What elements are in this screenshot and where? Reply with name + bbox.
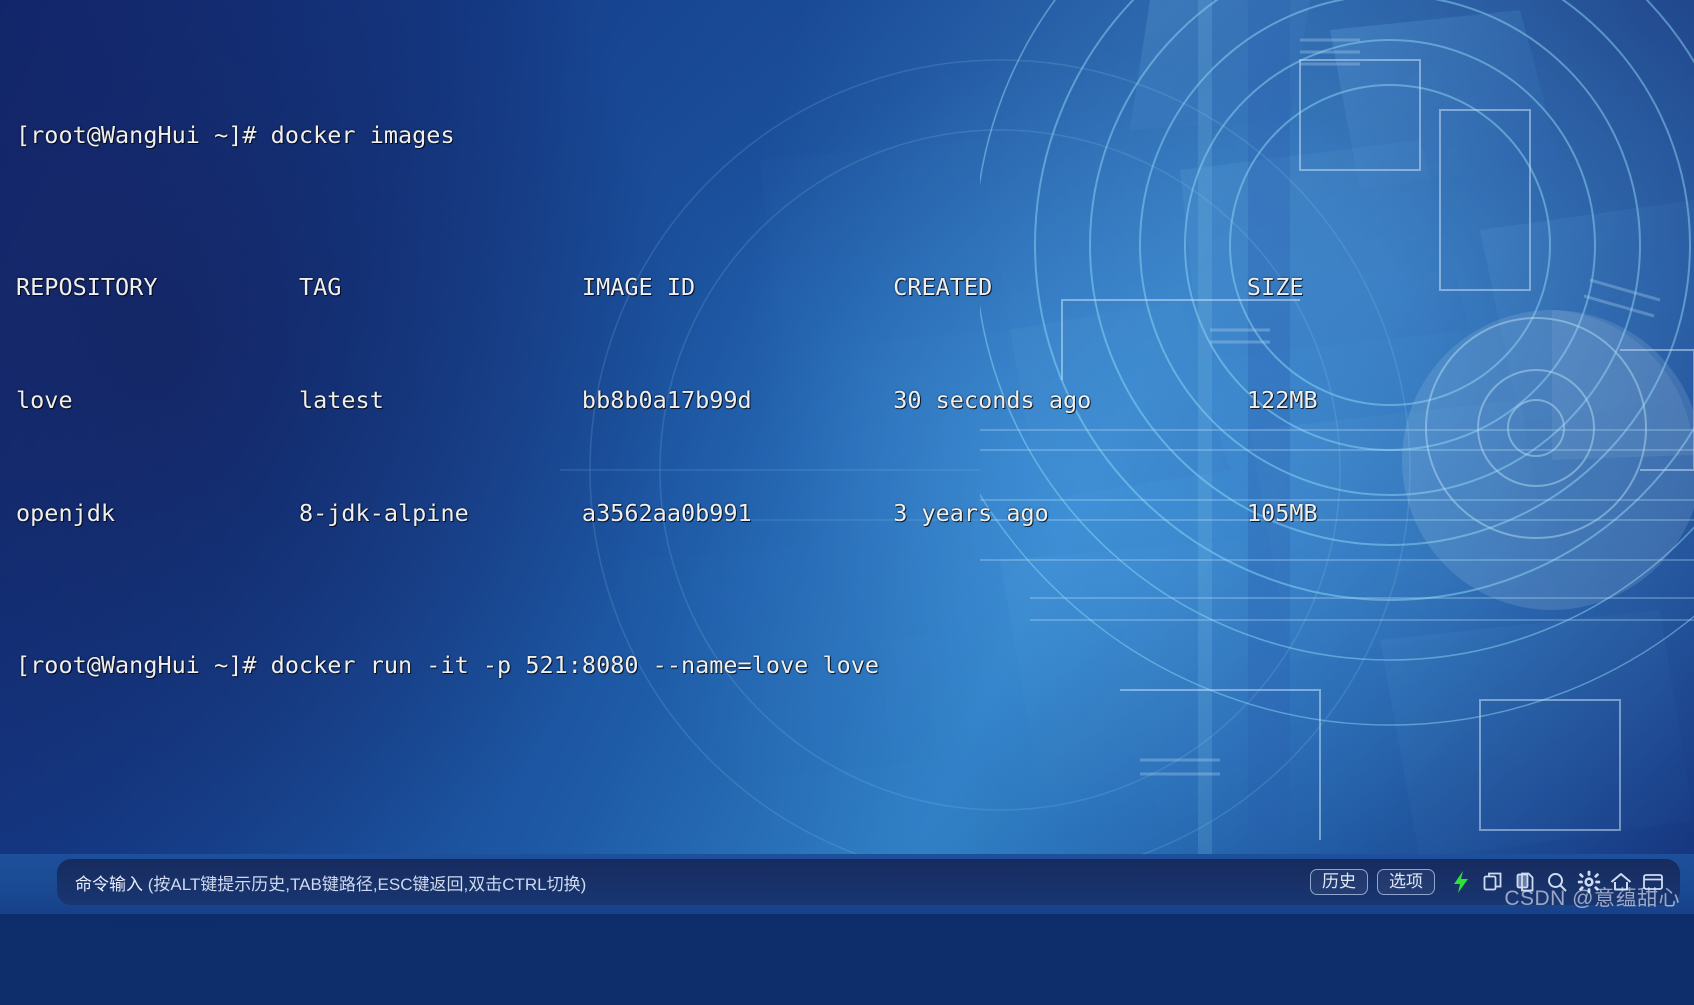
command-input-placeholder: 命令输入 (按ALT键提示历史,TAB键路径,ESC键返回,双击CTRL切换) — [75, 870, 586, 895]
table-row: openjdk 8-jdk-alpine a3562aa0b991 3 year… — [16, 495, 1694, 533]
lightning-bolt-icon[interactable] — [1446, 867, 1476, 897]
gear-icon[interactable] — [1574, 867, 1604, 897]
status-bar: 命令输入 (按ALT键提示历史,TAB键路径,ESC键返回,双击CTRL切换) … — [0, 854, 1694, 914]
options-button[interactable]: 选项 — [1377, 869, 1435, 896]
copy-icon[interactable] — [1478, 867, 1508, 897]
images-table-header: REPOSITORY TAG IMAGE ID CREATED SIZE — [16, 269, 1694, 307]
terminal-prompt-line-2: [root@WangHui ~]# docker run -it -p 521:… — [16, 647, 1694, 685]
table-row: love latest bb8b0a17b99d 30 seconds ago … — [16, 382, 1694, 420]
home-icon[interactable] — [1606, 867, 1636, 897]
command-input-bar[interactable]: 命令输入 (按ALT键提示历史,TAB键路径,ESC键返回,双击CTRL切换) … — [57, 859, 1680, 905]
command-input-label: 命令输入 — [75, 875, 143, 894]
paste-icon[interactable] — [1510, 867, 1540, 897]
command-input-hint: (按ALT键提示历史,TAB键路径,ESC键返回,双击CTRL切换) — [143, 875, 586, 894]
prompt-command-docker-run: [root@WangHui ~]# docker run -it -p 521:… — [16, 651, 879, 679]
prompt-command-docker-images: [root@WangHui ~]# docker images — [16, 121, 455, 149]
spacer — [16, 798, 1694, 836]
history-button[interactable]: 历史 — [1310, 869, 1368, 896]
terminal-output[interactable]: [root@WangHui ~]# docker images REPOSITO… — [0, 0, 1694, 860]
window-icon[interactable] — [1638, 867, 1668, 897]
terminal-prompt-line: [root@WangHui ~]# docker images — [16, 117, 1694, 155]
search-icon[interactable] — [1542, 867, 1572, 897]
